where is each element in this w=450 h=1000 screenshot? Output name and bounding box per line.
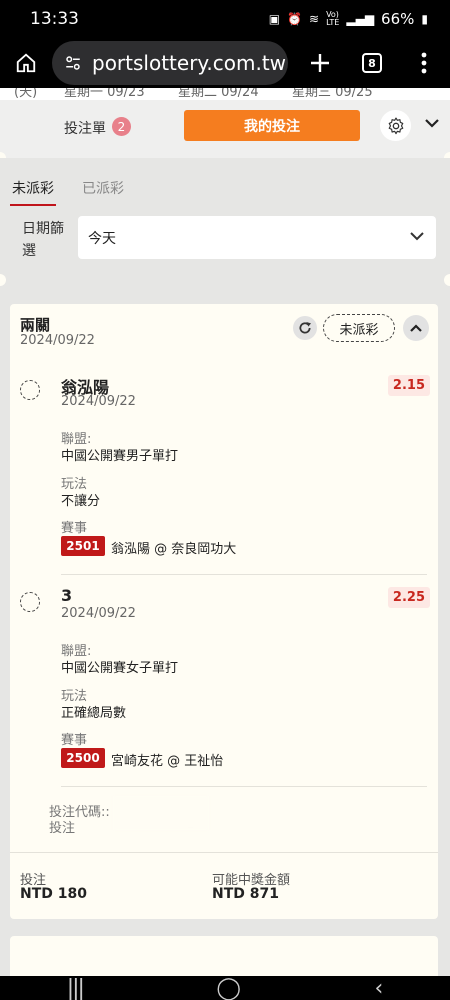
back-icon[interactable]: ‹ (374, 976, 383, 1000)
bet-toolbar: 投注單 2 我的投注 (0, 100, 450, 158)
bet-status-tabs: 未派彩 已派彩 日期篩選 今天 (0, 158, 450, 278)
event-name: 宮崎友花 @ 王祉怡 (111, 754, 224, 769)
league-value: 中國公開賽女子單打 (61, 661, 179, 676)
battery-icon: ▮ (421, 12, 428, 26)
home-icon (16, 53, 36, 73)
odds-badge: 2.25 (387, 587, 430, 608)
page-content: (天) 星期一 09/23 星期二 09/24 星期三 09/25 投注單 2 … (0, 88, 450, 976)
new-tab-button[interactable] (294, 53, 346, 73)
recents-icon[interactable]: ||| (67, 976, 85, 1000)
date-strip-item[interactable]: 星期二 09/24 (178, 88, 259, 100)
tab-switcher-button[interactable]: 8 (346, 53, 398, 73)
event-name: 翁泓陽 @ 奈良岡功大 (111, 542, 237, 557)
date-strip-item[interactable]: (天) (14, 88, 37, 100)
browser-toolbar: portslottery.com.tw 8 (0, 38, 450, 88)
plus-icon (311, 54, 329, 72)
status-bar: 13:33 ▣ ⏰ ≋ Vo) LTE ▂▄▆ 66% ▮ (0, 0, 450, 38)
date-filter-label: 日期篩選 (22, 221, 64, 259)
date-strip: (天) 星期一 09/23 星期二 09/24 星期三 09/25 (0, 88, 450, 100)
event-label: 賽事 (61, 733, 88, 748)
redaction-mask (113, 796, 209, 830)
wifi-icon: ≋ (309, 12, 320, 26)
stake-value: NTD 180 (20, 886, 87, 902)
ticket-notch (444, 274, 450, 286)
url-text: portslottery.com.tw (92, 51, 287, 75)
refresh-icon (299, 322, 311, 334)
alarm-icon: ⏰ (287, 12, 302, 26)
signal-icon: ▂▄▆ (346, 12, 375, 26)
more-vert-icon (421, 52, 427, 74)
selection-item: 3 2024/09/22 2.25 聯盟: 中國公開賽女子單打 玩法 正確總局數… (20, 586, 430, 776)
battery-level: 66% (381, 10, 415, 28)
market-value: 正確總局數 (61, 706, 127, 721)
event-code-badge: 2500 (61, 748, 105, 768)
divider (61, 574, 427, 575)
payout-value: NTD 871 (212, 886, 279, 902)
bet-summary: 投注 NTD 180 可能中獎金額 NTD 871 (10, 852, 438, 919)
tab-count: 8 (362, 53, 382, 73)
site-settings-icon[interactable] (64, 54, 82, 72)
volte-icon: Vo) LTE (326, 10, 340, 27)
date-filter-value: 今天 (88, 230, 116, 247)
tab-unsettled[interactable]: 未派彩 (10, 178, 56, 206)
tab-settled[interactable]: 已派彩 (82, 178, 124, 198)
clock: 13:33 (30, 9, 79, 29)
selection-radio[interactable] (20, 592, 40, 612)
selection-date: 2024/09/22 (61, 394, 136, 409)
bet-date: 2024/09/22 (20, 333, 95, 348)
event-label: 賽事 (61, 521, 88, 536)
event-code-badge: 2501 (61, 536, 105, 556)
market-value: 不讓分 (61, 494, 101, 509)
date-filter-select[interactable]: 今天 (78, 216, 436, 259)
refresh-button[interactable] (293, 316, 317, 340)
status-icons: ▣ ⏰ ≋ Vo) LTE ▂▄▆ 66% ▮ (269, 10, 428, 28)
next-bet-card (10, 936, 438, 976)
divider (61, 786, 427, 787)
selection-radio[interactable] (20, 380, 40, 400)
status-badge: 未派彩 (323, 314, 395, 342)
chevron-down-icon[interactable] (423, 116, 441, 130)
date-strip-item[interactable]: 星期三 09/25 (292, 88, 373, 100)
collapse-button[interactable] (403, 315, 429, 341)
chevron-down-icon (410, 232, 424, 241)
home-button[interactable] (0, 52, 52, 74)
system-nav-bar: ||| ◯ ‹ (0, 976, 450, 1000)
chevron-up-icon (410, 324, 422, 332)
bet-slip-tab[interactable]: 投注單 (64, 118, 106, 138)
my-bets-button[interactable]: 我的投注 (184, 110, 360, 141)
gear-icon (388, 117, 403, 134)
address-bar[interactable]: portslottery.com.tw (52, 41, 288, 85)
settings-button[interactable] (380, 110, 411, 141)
photo-icon: ▣ (268, 12, 281, 26)
selection-date: 2024/09/22 (61, 606, 136, 621)
odds-badge: 2.15 (387, 375, 430, 396)
bet-card: 兩關 2024/09/22 未派彩 翁泓陽 2024/09/22 2.15 聯盟… (10, 304, 438, 919)
date-strip-item[interactable]: 星期一 09/23 (64, 88, 145, 100)
league-value: 中國公開賽男子單打 (61, 449, 179, 464)
bet-time-label: 投注 (49, 821, 76, 836)
bet-type-title: 兩關 (20, 316, 51, 334)
selection-name: 3 (61, 586, 73, 605)
selection-item: 翁泓陽 2024/09/22 2.15 聯盟: 中國公開賽男子單打 玩法 不讓分… (20, 374, 430, 564)
bet-slip-count-badge: 2 (112, 117, 131, 136)
browser-menu-button[interactable] (398, 52, 450, 74)
home-circle-icon[interactable]: ◯ (216, 976, 241, 1000)
